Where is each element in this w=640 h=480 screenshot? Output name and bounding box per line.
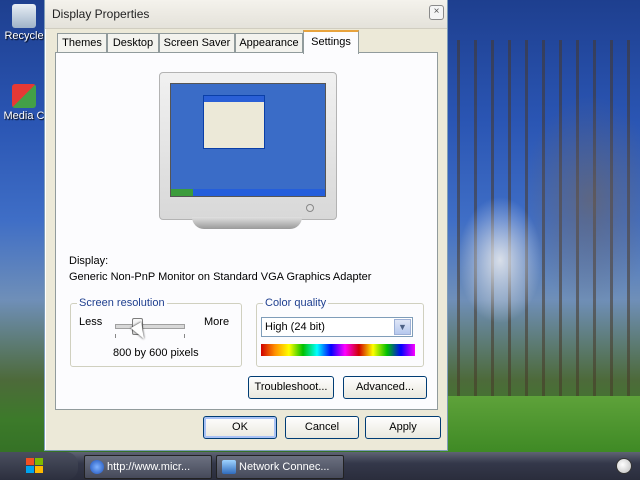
internet-explorer-icon xyxy=(90,460,104,474)
window-title: Display Properties xyxy=(52,7,150,21)
taskbar: http://www.micr... Network Connec... xyxy=(0,452,640,480)
close-button[interactable]: × xyxy=(429,5,444,20)
display-adapter-text: Generic Non-PnP Monitor on Standard VGA … xyxy=(69,271,372,283)
troubleshoot-button[interactable]: Troubleshoot... xyxy=(248,376,334,399)
resolution-less-label: Less xyxy=(79,316,103,328)
taskbar-item-network[interactable]: Network Connec... xyxy=(216,455,344,479)
tab-settings[interactable]: Settings xyxy=(303,30,359,54)
resolution-value: 800 by 600 pixels xyxy=(113,347,199,359)
resolution-more-label: More xyxy=(204,316,230,328)
ok-button[interactable]: OK xyxy=(203,416,277,439)
resolution-slider-track[interactable] xyxy=(115,324,185,329)
desktop-wallpaper-grass xyxy=(440,396,640,452)
color-spectrum-bar xyxy=(261,344,415,356)
network-connections-icon xyxy=(222,460,236,474)
monitor-screen xyxy=(170,83,326,197)
settings-panel: Display: Generic Non-PnP Monitor on Stan… xyxy=(55,52,438,410)
start-button[interactable] xyxy=(0,452,78,480)
cancel-button[interactable]: Cancel xyxy=(285,416,359,439)
close-icon: × xyxy=(433,6,440,17)
taskbar-item-label: http://www.micr... xyxy=(107,461,191,473)
tab-themes[interactable]: Themes xyxy=(57,33,107,52)
color-quality-legend: Color quality xyxy=(263,297,329,309)
screen-resolution-group: Screen resolution Less More 800 by 600 p… xyxy=(70,297,242,367)
monitor-stand xyxy=(192,217,302,229)
screen-resolution-legend: Screen resolution xyxy=(77,297,167,309)
windows-flag-icon xyxy=(26,458,43,473)
resolution-slider-ticks xyxy=(115,334,185,338)
apply-button[interactable]: Apply xyxy=(365,416,441,439)
display-properties-window: Display Properties × Themes Desktop Scre… xyxy=(44,0,448,451)
color-quality-value: High (24 bit) xyxy=(265,321,325,333)
taskbar-item-label: Network Connec... xyxy=(239,461,330,473)
display-label: Display: xyxy=(69,255,109,267)
tab-appearance[interactable]: Appearance xyxy=(235,33,303,52)
tab-screen-saver[interactable]: Screen Saver xyxy=(159,33,235,52)
tab-desktop[interactable]: Desktop xyxy=(107,33,159,52)
taskbar-item-browser[interactable]: http://www.micr... xyxy=(84,455,212,479)
desktop-icon-label: Recycle xyxy=(4,30,44,42)
preview-taskbar xyxy=(171,189,325,196)
desktop-icon-recycle-bin[interactable]: Recycle xyxy=(0,4,48,42)
recycle-bin-icon xyxy=(12,4,36,28)
show-desktop-icon[interactable] xyxy=(616,458,632,474)
desktop-wallpaper-trees xyxy=(440,40,640,420)
desktop-icon-label: Media C xyxy=(3,110,45,122)
title-bar[interactable]: Display Properties × xyxy=(45,0,447,29)
chevron-down-icon[interactable]: ▼ xyxy=(394,319,411,335)
color-quality-select[interactable]: High (24 bit) ▼ xyxy=(261,317,413,337)
color-quality-group: Color quality High (24 bit) ▼ xyxy=(256,297,424,367)
advanced-button[interactable]: Advanced... xyxy=(343,376,427,399)
preview-window xyxy=(203,95,265,149)
monitor-power-icon xyxy=(306,204,314,212)
monitor-preview xyxy=(159,72,337,220)
preview-start-button xyxy=(171,189,193,196)
media-center-icon xyxy=(12,84,36,108)
desktop-icon-media-center[interactable]: Media C xyxy=(0,84,48,122)
